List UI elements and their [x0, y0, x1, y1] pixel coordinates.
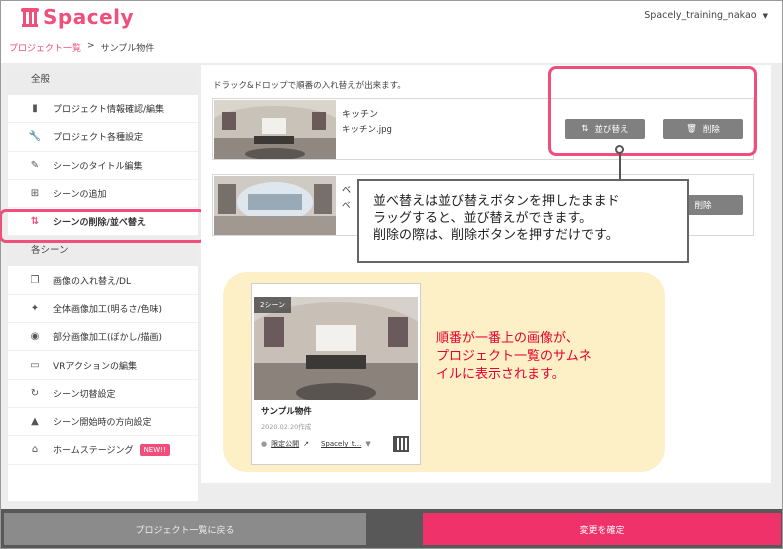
sidebar-item-label: ホームステージング	[53, 446, 134, 457]
scene-thumbnail	[214, 176, 336, 235]
home-icon: ⌂	[31, 444, 39, 456]
sidebar-item-home-staging[interactable]: ⌂ ホームステージング NEW!!	[8, 436, 198, 465]
user-name: Spacely_training_nakao	[644, 10, 757, 21]
confirm-changes-button[interactable]: 変更を確定	[423, 513, 781, 545]
buttons-highlight-frame	[548, 66, 757, 156]
external-link-icon: ↗	[303, 440, 309, 448]
delete-button-label: 削除	[694, 201, 712, 211]
brand-name: Spacely	[43, 5, 135, 29]
sidebar-item-partial-edit[interactable]: ◉ 部分画像加工(ぼかし/描画)	[8, 323, 198, 352]
sidebar-item-label: シーン切替設定	[53, 389, 116, 400]
callout-line-3: 削除の際は、削除ボタンを押すだけです。	[373, 228, 619, 243]
sidebar-item-add-scene[interactable]: ⊞ シーンの追加	[8, 180, 198, 209]
breadcrumb: プロジェクト一覧 > サンプル物件	[9, 41, 154, 54]
sidebar-item-replace-image[interactable]: ❐ 画像の入れ替え/DL	[8, 266, 198, 295]
breadcrumb-projects-link[interactable]: プロジェクト一覧	[9, 41, 81, 54]
sidebar-item-scene-title[interactable]: ✎ シーンのタイトル編集	[8, 152, 198, 180]
sidebar-item-label: 全体画像加工(明るさ/色味)	[53, 304, 163, 315]
sidebar-highlight-frame	[0, 209, 206, 243]
callout-pointer-dot	[615, 145, 624, 154]
share-link[interactable]: Spacely_t...	[321, 440, 361, 448]
document-icon: ▮	[32, 103, 38, 115]
footer-bar: プロジェクト一覧に戻る 変更を確定	[1, 509, 782, 548]
pencil-icon: ✎	[30, 159, 40, 171]
sidebar-section-general: 全般	[8, 65, 198, 95]
sidebar-item-project-info[interactable]: ▮ プロジェクト情報確認/編集	[8, 95, 198, 124]
vr-goggles-icon: ▭	[30, 359, 40, 371]
new-badge: NEW!!	[139, 443, 170, 456]
header: Spacely Spacely_training_nakao ▼	[1, 1, 782, 35]
chevron-down-icon: ▼	[762, 11, 768, 20]
callout-box: 並べ替えは並び替えボタンを押したままド ラッグすると、並び替えができます。 削除…	[357, 179, 689, 263]
sidebar-item-label: VRアクションの編集	[53, 361, 137, 372]
project-card-preview: 2シーン サンプル物件 2020.02.20作成 ● 限定公開 ↗ Spacel…	[251, 283, 421, 465]
palette-icon: ◉	[30, 331, 40, 343]
note-line-3: イルに表示されます。	[436, 367, 565, 382]
logo[interactable]: Spacely	[21, 5, 134, 29]
chevron-down-icon[interactable]: ▼	[365, 440, 370, 448]
refresh-icon: ↻	[30, 387, 40, 399]
scene-name: キッチン	[342, 110, 379, 120]
plus-square-icon: ⊞	[30, 188, 40, 200]
breadcrumb-separator: >	[87, 41, 95, 51]
note-line-2: プロジェクト一覧のサムネ	[436, 349, 592, 364]
scene-name: ベ	[342, 186, 352, 196]
callout-line-1: 並べ替えは並び替えボタンを押したままド	[373, 194, 620, 209]
instruction-text: ドラック&ドロップで順番の入れ替えが出来ます。	[213, 81, 406, 91]
card-footer: ● 限定公開 ↗ Spacely_t... ▼	[261, 439, 411, 449]
card-date: 2020.02.20作成	[261, 423, 312, 431]
sidebar-item-label: シーンのタイトル編集	[53, 161, 143, 172]
column-logo-icon	[21, 6, 39, 28]
magic-wand-icon: ✦	[30, 302, 40, 314]
scene-file-name: キッチン.jpg	[342, 125, 392, 135]
scene-thumbnail	[214, 100, 336, 159]
card-title: サンプル物件	[261, 407, 312, 417]
user-menu[interactable]: Spacely_training_nakao ▼	[644, 10, 768, 21]
sidebar-item-scene-switch[interactable]: ↻ シーン切替設定	[8, 380, 198, 408]
direction-arrow-icon: ▲	[31, 416, 39, 428]
sidebar-item-label: プロジェクト情報確認/編集	[53, 105, 165, 116]
sidebar-item-vr-action[interactable]: ▭ VRアクションの編集	[8, 351, 198, 380]
sidebar: 全般 ▮ プロジェクト情報確認/編集 🔧 プロジェクト各種設定 ✎ シーンのタイ…	[8, 65, 198, 501]
sidebar-item-label: プロジェクト各種設定	[53, 133, 144, 144]
sidebar-item-label: シーンの追加	[53, 190, 107, 201]
sidebar-item-label: シーン開始時の方向設定	[53, 418, 152, 429]
thumbnail-note: 順番が一番上の画像が、 プロジェクト一覧のサムネ イルに表示されます。	[436, 330, 592, 384]
back-to-projects-button[interactable]: プロジェクト一覧に戻る	[4, 513, 366, 545]
wrench-icon: 🔧	[28, 131, 42, 143]
sidebar-item-label: 部分画像加工(ぼかし/描画)	[53, 333, 163, 344]
callout-line-2: ラッグすると、並び替えができます。	[373, 211, 593, 226]
qr-code-icon[interactable]	[393, 436, 409, 452]
scene-file-name: ベ	[342, 201, 351, 211]
sidebar-item-global-edit[interactable]: ✦ 全体画像加工(明るさ/色味)	[8, 295, 198, 324]
images-icon: ❐	[30, 274, 40, 286]
breadcrumb-current: サンプル物件	[100, 44, 155, 54]
visibility-link[interactable]: 限定公開	[271, 439, 299, 449]
status-dot-icon: ●	[261, 440, 268, 448]
scene-count-badge: 2シーン	[254, 297, 292, 313]
sidebar-item-label: 画像の入れ替え/DL	[53, 276, 131, 287]
sidebar-item-project-settings[interactable]: 🔧 プロジェクト各種設定	[8, 123, 198, 152]
sidebar-item-start-direction[interactable]: ▲ シーン開始時の方向設定	[8, 408, 198, 437]
note-line-1: 順番が一番上の画像が、	[436, 331, 579, 346]
